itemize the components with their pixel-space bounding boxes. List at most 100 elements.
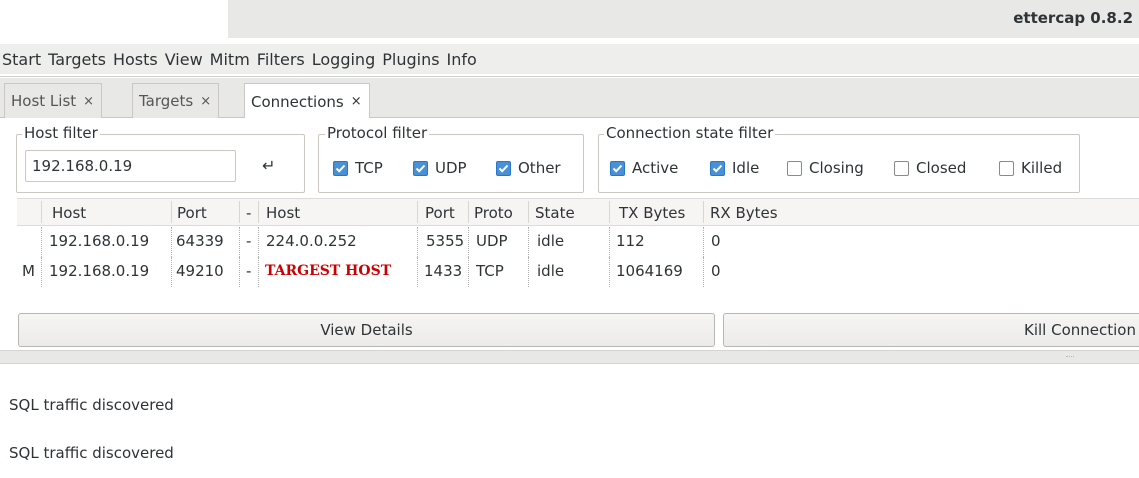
- menu-targets[interactable]: Targets: [48, 50, 106, 69]
- col-divider[interactable]: [258, 201, 259, 223]
- tab-connections-label: Connections: [251, 92, 344, 111]
- enter-icon[interactable]: ↵: [262, 156, 275, 175]
- menu-logging[interactable]: Logging: [312, 50, 375, 69]
- other-checkbox[interactable]: Other: [496, 159, 561, 177]
- tab-targets-label: Targets: [139, 92, 194, 110]
- col-state-header[interactable]: State: [535, 204, 575, 222]
- other-check-icon: [496, 160, 511, 176]
- view-details-button[interactable]: View Details: [18, 313, 715, 347]
- cell-divider: [239, 257, 240, 287]
- col-src-port-header[interactable]: Port: [177, 204, 207, 222]
- col-divider[interactable]: [417, 201, 418, 223]
- col-src-host-header[interactable]: Host: [52, 204, 86, 222]
- host-filter-input[interactable]: [25, 150, 236, 182]
- cell-divider: [528, 257, 529, 287]
- protocol-filter-label: Protocol filter: [325, 124, 430, 142]
- pane-separator[interactable]: [0, 350, 1139, 364]
- closed-checkbox[interactable]: Closed: [894, 159, 966, 177]
- col-divider[interactable]: [468, 201, 469, 223]
- tab-host-list[interactable]: Host List ×: [4, 83, 103, 118]
- state-filter-label: Connection state filter: [604, 124, 776, 142]
- log-line: SQL traffic discovered: [9, 396, 174, 414]
- col-divider[interactable]: [609, 201, 610, 223]
- tab-connections[interactable]: Connections ×: [244, 83, 370, 119]
- col-tx-bytes-header[interactable]: TX Bytes: [619, 204, 685, 222]
- cell-rx-bytes: 0: [711, 262, 721, 280]
- cell-divider: [468, 257, 469, 287]
- tab-targets-close-icon[interactable]: ×: [200, 94, 211, 109]
- idle-checkbox[interactable]: Idle: [710, 159, 759, 177]
- col-rx-bytes-header[interactable]: RX Bytes: [710, 204, 778, 222]
- cell-divider: [41, 227, 42, 257]
- cell-tx-bytes: 1064169: [616, 262, 683, 280]
- menu-bar-divider: [0, 76, 1139, 77]
- menu-view[interactable]: View: [165, 50, 203, 69]
- col-proto-header[interactable]: Proto: [474, 204, 513, 222]
- cell-src-port: 49210: [176, 262, 224, 280]
- tcp-checkbox[interactable]: TCP: [333, 159, 383, 177]
- idle-check-icon: [710, 160, 725, 176]
- closing-checkbox[interactable]: Closing: [787, 159, 864, 177]
- kill-connection-button[interactable]: Kill Connection: [723, 313, 1139, 347]
- cell-proto: TCP: [476, 262, 504, 280]
- cell-divider: [171, 257, 172, 287]
- cell-divider: [703, 227, 704, 257]
- menu-mitm[interactable]: Mitm: [210, 50, 250, 69]
- cell-divider: [609, 227, 610, 257]
- cell-src-host: 192.168.0.19: [49, 262, 150, 280]
- closing-checkbox-label: Closing: [809, 159, 864, 177]
- tab-host-list-label: Host List: [11, 92, 77, 110]
- col-divider[interactable]: [171, 201, 172, 223]
- cell-dst-port: 5355: [426, 232, 465, 250]
- cell-src-host: 192.168.0.19: [49, 232, 150, 250]
- col-divider[interactable]: [239, 201, 240, 223]
- log-panel: SQL traffic discovered SQL traffic disco…: [0, 364, 1139, 478]
- tab-connections-close-icon[interactable]: ×: [351, 94, 362, 109]
- tab-bar: Host List × Targets × Connections ×: [0, 78, 1139, 119]
- tab-host-list-close-icon[interactable]: ×: [83, 94, 94, 109]
- cell-rx-bytes: 0: [711, 232, 721, 250]
- killed-check-box: [999, 160, 1014, 176]
- cell-divider: [703, 257, 704, 287]
- cell-state: idle: [537, 262, 565, 280]
- table-row[interactable]: M 192.168.0.19 49210 - TARGEST HOST 1433…: [17, 257, 1139, 287]
- cell-dst-port: 1433: [424, 262, 463, 280]
- col-divider[interactable]: [41, 201, 42, 223]
- cell-divider: [609, 257, 610, 287]
- cell-flag: M: [22, 262, 35, 280]
- cell-divider: [528, 227, 529, 257]
- log-line: SQL traffic discovered: [9, 444, 174, 462]
- udp-checkbox-label: UDP: [435, 159, 467, 177]
- col-direction-header[interactable]: -: [246, 204, 251, 222]
- col-divider[interactable]: [703, 201, 704, 223]
- killed-checkbox[interactable]: Killed: [999, 159, 1062, 177]
- cell-divider: [468, 227, 469, 257]
- tcp-check-icon: [333, 160, 348, 176]
- cell-src-port: 64339: [176, 232, 224, 250]
- idle-checkbox-label: Idle: [732, 159, 760, 177]
- active-checkbox[interactable]: Active: [610, 159, 678, 177]
- menu-plugins[interactable]: Plugins: [382, 50, 439, 69]
- pane-grip-icon[interactable]: [1066, 356, 1074, 358]
- cell-divider: [258, 227, 259, 257]
- cell-divider: [417, 257, 418, 287]
- active-check-icon: [610, 160, 625, 176]
- cell-divider: [258, 257, 259, 287]
- col-dst-port-header[interactable]: Port: [425, 204, 455, 222]
- title-bar: ettercap 0.8.2: [0, 0, 1139, 38]
- col-divider[interactable]: [528, 201, 529, 223]
- col-dst-host-header[interactable]: Host: [266, 204, 300, 222]
- menu-info[interactable]: Info: [447, 50, 477, 69]
- menu-start[interactable]: Start: [2, 50, 41, 69]
- tcp-checkbox-label: TCP: [355, 159, 383, 177]
- menu-filters[interactable]: Filters: [257, 50, 305, 69]
- cell-divider: [171, 227, 172, 257]
- host-filter-label: Host filter: [22, 124, 100, 142]
- menu-hosts[interactable]: Hosts: [113, 50, 158, 69]
- cell-direction: -: [246, 232, 252, 250]
- kill-connection-label: Kill Connection: [1024, 321, 1136, 339]
- udp-checkbox[interactable]: UDP: [413, 159, 467, 177]
- tab-targets[interactable]: Targets ×: [132, 83, 220, 118]
- table-row[interactable]: 192.168.0.19 64339 - 224.0.0.252 5355 UD…: [17, 227, 1139, 257]
- cell-divider: [41, 257, 42, 287]
